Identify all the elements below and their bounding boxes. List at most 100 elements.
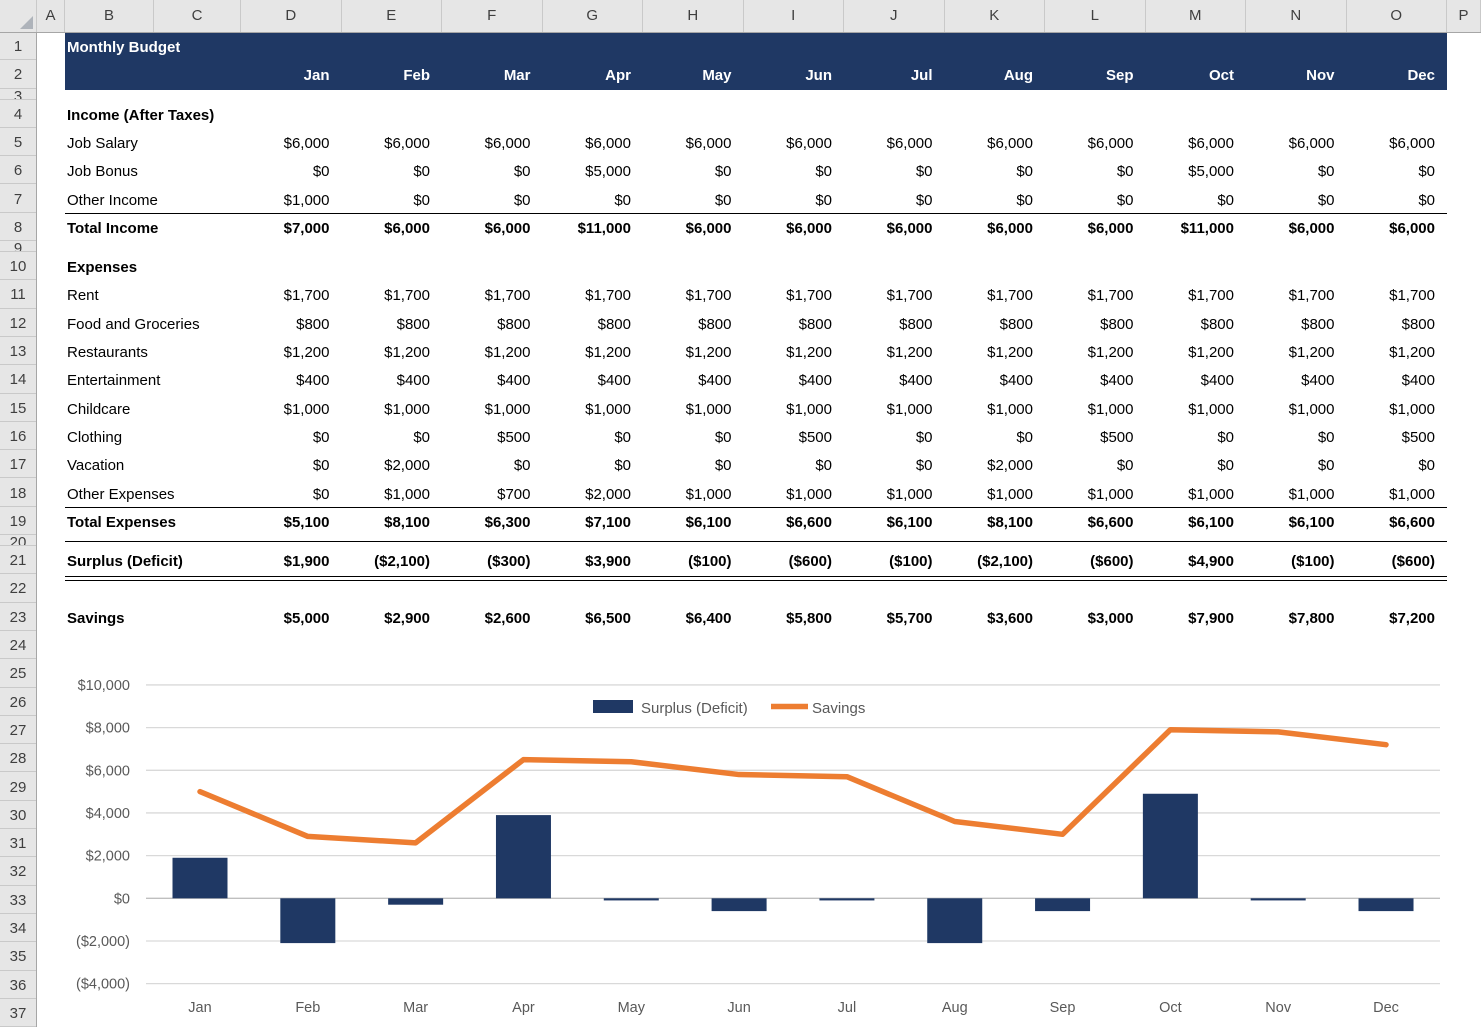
cell-O18[interactable]: $1,000 xyxy=(1347,480,1436,508)
month-header-may[interactable]: May xyxy=(643,61,732,89)
cell-G8[interactable]: $11,000 xyxy=(543,214,632,242)
cell-F5[interactable]: $6,000 xyxy=(442,129,531,157)
cell-K17[interactable]: $2,000 xyxy=(945,451,1034,479)
cell-E5[interactable]: $6,000 xyxy=(342,129,431,157)
cell-E23[interactable]: $2,900 xyxy=(342,604,431,632)
row-header-21[interactable]: 21 xyxy=(0,547,36,574)
row-header-4[interactable]: 4 xyxy=(0,101,36,128)
row-label-surplus-deficit[interactable]: Surplus (Deficit) xyxy=(67,547,239,575)
cell-M11[interactable]: $1,700 xyxy=(1146,281,1235,309)
row-header-17[interactable]: 17 xyxy=(0,451,36,478)
cell-K5[interactable]: $6,000 xyxy=(945,129,1034,157)
column-header-P[interactable]: P xyxy=(1447,0,1481,32)
cell-E13[interactable]: $1,200 xyxy=(342,338,431,366)
cell-M18[interactable]: $1,000 xyxy=(1146,480,1235,508)
cell-L13[interactable]: $1,200 xyxy=(1045,338,1134,366)
row-label-rent[interactable]: Rent xyxy=(67,281,239,309)
cell-O21[interactable]: ($600) xyxy=(1347,547,1436,575)
month-header-oct[interactable]: Oct xyxy=(1146,61,1235,89)
cell-I16[interactable]: $500 xyxy=(744,423,833,451)
cell-M23[interactable]: $7,900 xyxy=(1146,604,1235,632)
column-header-D[interactable]: D xyxy=(241,0,342,32)
cell-D12[interactable]: $800 xyxy=(241,310,330,338)
column-header-M[interactable]: M xyxy=(1146,0,1247,32)
cell-M12[interactable]: $800 xyxy=(1146,310,1235,338)
cell-J15[interactable]: $1,000 xyxy=(844,395,933,423)
cell-O7[interactable]: $0 xyxy=(1347,186,1436,214)
row-header-19[interactable]: 19 xyxy=(0,508,36,535)
cell-G14[interactable]: $400 xyxy=(543,366,632,394)
cell-M15[interactable]: $1,000 xyxy=(1146,395,1235,423)
cell-J8[interactable]: $6,000 xyxy=(844,214,933,242)
cell-O13[interactable]: $1,200 xyxy=(1347,338,1436,366)
cell-I21[interactable]: ($600) xyxy=(744,547,833,575)
cell-I6[interactable]: $0 xyxy=(744,157,833,185)
cell-N19[interactable]: $6,100 xyxy=(1246,508,1335,536)
cell-M8[interactable]: $11,000 xyxy=(1146,214,1235,242)
cell-M14[interactable]: $400 xyxy=(1146,366,1235,394)
cell-F16[interactable]: $500 xyxy=(442,423,531,451)
month-header-nov[interactable]: Nov xyxy=(1246,61,1335,89)
cell-E7[interactable]: $0 xyxy=(342,186,431,214)
cell-M13[interactable]: $1,200 xyxy=(1146,338,1235,366)
cell-O16[interactable]: $500 xyxy=(1347,423,1436,451)
month-header-feb[interactable]: Feb xyxy=(342,61,431,89)
cell-G17[interactable]: $0 xyxy=(543,451,632,479)
cell-D11[interactable]: $1,700 xyxy=(241,281,330,309)
cell-I19[interactable]: $6,600 xyxy=(744,508,833,536)
cell-K7[interactable]: $0 xyxy=(945,186,1034,214)
cell-H19[interactable]: $6,100 xyxy=(643,508,732,536)
row-header-15[interactable]: 15 xyxy=(0,395,36,422)
cell-D16[interactable]: $0 xyxy=(241,423,330,451)
row-label-food-and-groceries[interactable]: Food and Groceries xyxy=(67,310,239,338)
column-header-I[interactable]: I xyxy=(744,0,845,32)
cell-K14[interactable]: $400 xyxy=(945,366,1034,394)
cell-L21[interactable]: ($600) xyxy=(1045,547,1134,575)
cell-D18[interactable]: $0 xyxy=(241,480,330,508)
cell-N11[interactable]: $1,700 xyxy=(1246,281,1335,309)
cell-G7[interactable]: $0 xyxy=(543,186,632,214)
cell-N7[interactable]: $0 xyxy=(1246,186,1335,214)
budget-chart[interactable]: $10,000$8,000$6,000$4,000$2,000$0($2,000… xyxy=(0,655,1481,1027)
cell-O11[interactable]: $1,700 xyxy=(1347,281,1436,309)
row-header-20[interactable]: 20 xyxy=(0,536,36,546)
cell-M5[interactable]: $6,000 xyxy=(1146,129,1235,157)
row-header-8[interactable]: 8 xyxy=(0,214,36,241)
cell-E6[interactable]: $0 xyxy=(342,157,431,185)
cell-H8[interactable]: $6,000 xyxy=(643,214,732,242)
cell-J18[interactable]: $1,000 xyxy=(844,480,933,508)
cell-L12[interactable]: $800 xyxy=(1045,310,1134,338)
cell-N21[interactable]: ($100) xyxy=(1246,547,1335,575)
row-header-23[interactable]: 23 xyxy=(0,604,36,631)
cell-J21[interactable]: ($100) xyxy=(844,547,933,575)
row-header-2[interactable]: 2 xyxy=(0,61,36,88)
cell-M6[interactable]: $5,000 xyxy=(1146,157,1235,185)
cell-I11[interactable]: $1,700 xyxy=(744,281,833,309)
cell-K18[interactable]: $1,000 xyxy=(945,480,1034,508)
cell-I7[interactable]: $0 xyxy=(744,186,833,214)
row-header-7[interactable]: 7 xyxy=(0,186,36,213)
month-header-jan[interactable]: Jan xyxy=(241,61,330,89)
cell-H5[interactable]: $6,000 xyxy=(643,129,732,157)
cell-F17[interactable]: $0 xyxy=(442,451,531,479)
cell-D21[interactable]: $1,900 xyxy=(241,547,330,575)
cell-H16[interactable]: $0 xyxy=(643,423,732,451)
row-label-total-expenses[interactable]: Total Expenses xyxy=(67,508,239,536)
cell-G13[interactable]: $1,200 xyxy=(543,338,632,366)
cell-H23[interactable]: $6,400 xyxy=(643,604,732,632)
row-header-11[interactable]: 11 xyxy=(0,281,36,308)
cell-M16[interactable]: $0 xyxy=(1146,423,1235,451)
cell-D6[interactable]: $0 xyxy=(241,157,330,185)
cell-I13[interactable]: $1,200 xyxy=(744,338,833,366)
cell-N12[interactable]: $800 xyxy=(1246,310,1335,338)
row-header-18[interactable]: 18 xyxy=(0,480,36,507)
cell-H21[interactable]: ($100) xyxy=(643,547,732,575)
column-header-J[interactable]: J xyxy=(844,0,945,32)
cell-F23[interactable]: $2,600 xyxy=(442,604,531,632)
row-label-other-expenses[interactable]: Other Expenses xyxy=(67,480,239,508)
month-header-dec[interactable]: Dec xyxy=(1347,61,1436,89)
cell-D19[interactable]: $5,100 xyxy=(241,508,330,536)
cell-L17[interactable]: $0 xyxy=(1045,451,1134,479)
cell-J23[interactable]: $5,700 xyxy=(844,604,933,632)
cell-E19[interactable]: $8,100 xyxy=(342,508,431,536)
